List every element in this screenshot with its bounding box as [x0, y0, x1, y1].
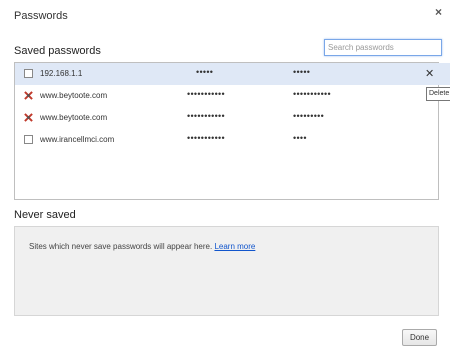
site-favicon-icon — [24, 113, 33, 122]
never-saved-heading: Never saved — [14, 209, 76, 221]
never-saved-panel: Sites which never save passwords will ap… — [14, 226, 439, 316]
saved-passwords-heading: Saved passwords — [14, 45, 101, 57]
site-label: www.beytoote.com — [40, 91, 108, 100]
delete-icon[interactable]: ✕ — [425, 67, 434, 80]
delete-tooltip: Delete — [426, 87, 450, 101]
site-label: www.irancellmci.com — [40, 135, 115, 144]
done-button[interactable]: Done — [402, 329, 437, 346]
never-saved-message: Sites which never save passwords will ap… — [29, 242, 255, 251]
password-value: ••••••••••• — [293, 89, 331, 99]
password-value: ••••• — [293, 67, 311, 77]
username-value: ••••••••••• — [187, 111, 225, 121]
passwords-dialog: Passwords × Saved passwords 192.168.1.1 … — [0, 0, 450, 355]
password-value: •••• — [293, 133, 307, 143]
username-value: ••••••••••• — [187, 133, 225, 143]
close-icon[interactable]: × — [435, 5, 442, 19]
site-label: 192.168.1.1 — [40, 69, 83, 78]
document-icon — [24, 135, 33, 144]
learn-more-link[interactable]: Learn more — [214, 242, 255, 251]
site-label: www.beytoote.com — [40, 113, 108, 122]
document-icon — [24, 69, 33, 78]
table-row[interactable]: www.irancellmci.com ••••••••••• •••• — [15, 129, 438, 151]
site-favicon-icon — [24, 91, 33, 100]
username-value: ••••••••••• — [187, 89, 225, 99]
never-saved-text: Sites which never save passwords will ap… — [29, 242, 213, 251]
username-value: ••••• — [196, 67, 214, 77]
dialog-title: Passwords — [14, 10, 68, 22]
saved-passwords-list: 192.168.1.1 ••••• ••••• ✕ www.beytoote.c… — [14, 62, 450, 200]
table-row[interactable]: 192.168.1.1 ••••• ••••• ✕ — [15, 63, 450, 85]
table-row[interactable]: www.beytoote.com ••••••••••• ••••••••• — [15, 107, 438, 129]
search-input[interactable] — [324, 39, 442, 56]
password-value: ••••••••• — [293, 111, 325, 121]
table-row[interactable]: www.beytoote.com ••••••••••• ••••••••••• — [15, 85, 438, 107]
